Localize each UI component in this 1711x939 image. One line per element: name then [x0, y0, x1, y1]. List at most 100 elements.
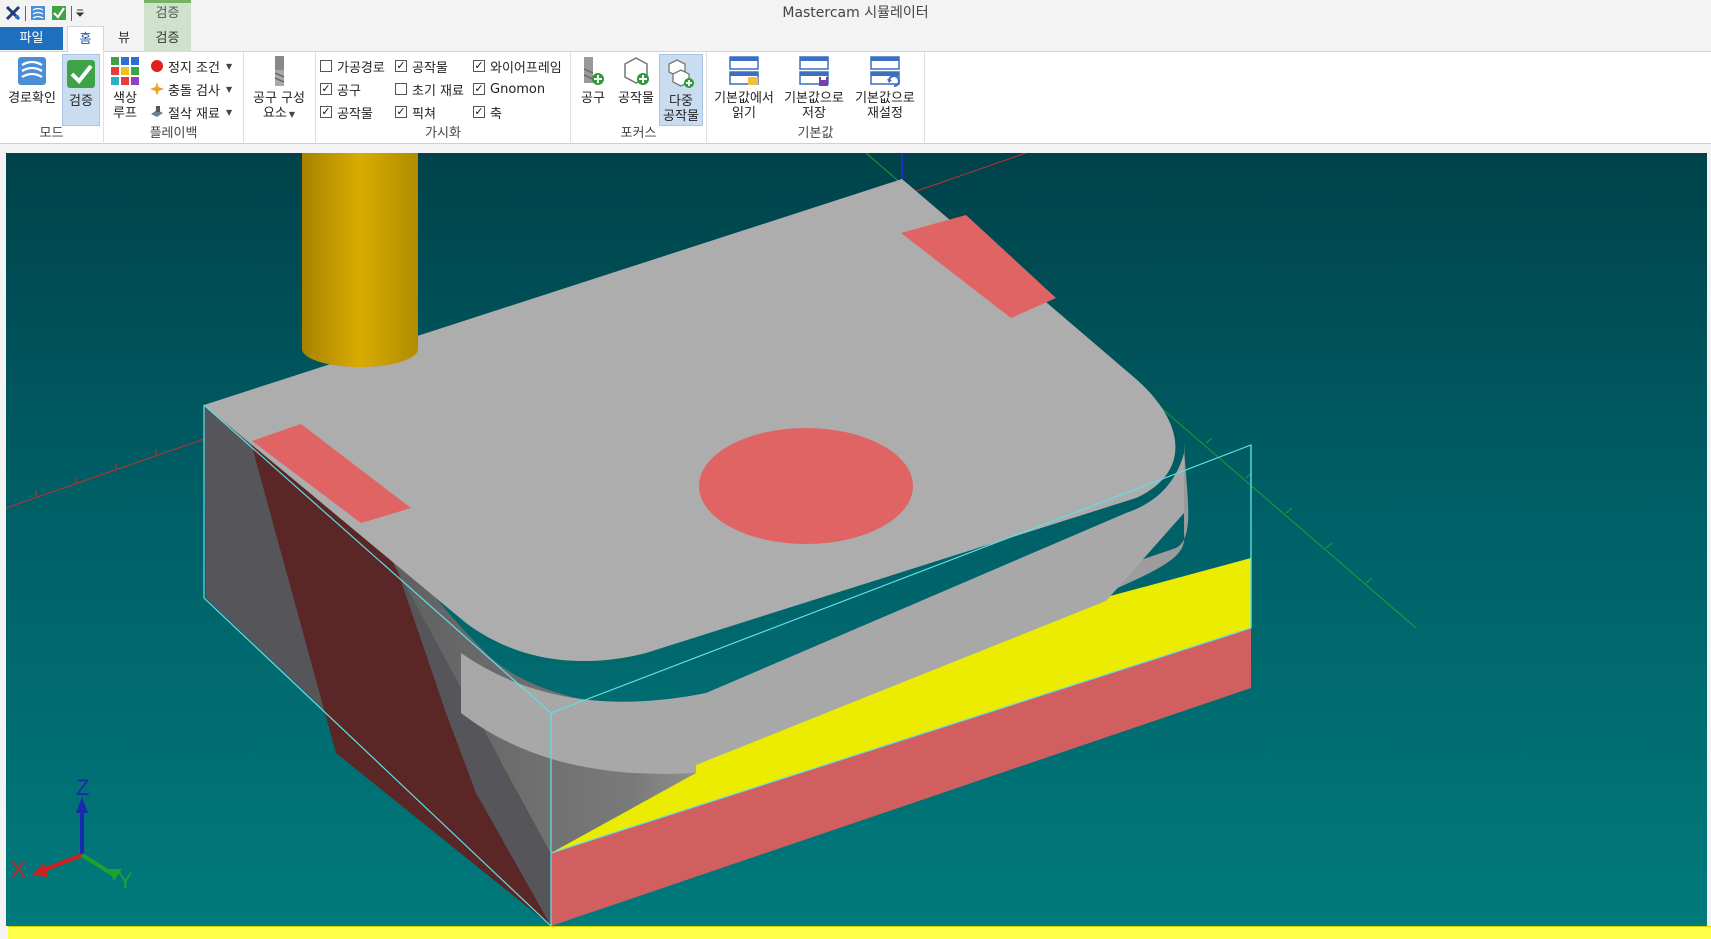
save-defaults-label-2: 저장 — [802, 106, 826, 121]
checkbox-box[interactable]: ✓ — [395, 60, 407, 72]
tool-components-label-1: 공구 구성 — [253, 91, 305, 106]
simulation-viewport[interactable]: Z X Y — [6, 153, 1707, 926]
checkbox-label: Gnomon — [490, 81, 546, 97]
mastercam-logo-icon[interactable] — [4, 4, 22, 22]
tab-verify[interactable]: 검증 — [144, 26, 191, 52]
checkbox-gnomon[interactable]: ✓ Gnomon — [473, 79, 545, 99]
qat-separator — [71, 5, 72, 21]
group-label-playback: 플레이백 — [149, 126, 198, 141]
cut-stock-button[interactable]: 절삭 재료 ▼ — [150, 102, 232, 122]
color-loop-label-1: 색상 — [113, 91, 137, 106]
read-defaults-label-1: 기본값에서 — [714, 91, 774, 106]
tab-view[interactable]: 뷰 — [109, 26, 139, 52]
focus-tool-label: 공구 — [581, 91, 605, 106]
checkbox-box[interactable]: ✓ — [320, 106, 332, 118]
tab-file[interactable]: 파일 — [0, 27, 63, 50]
checkbox-axes[interactable]: ✓ 축 — [473, 102, 502, 122]
checkbox-wireframe[interactable]: ✓ 와이어프레임 — [473, 56, 562, 76]
customize-qat-icon[interactable] — [75, 4, 85, 22]
color-loop-icon — [108, 54, 142, 88]
ribbon-tab-row: 파일 홈 뷰 검증 — [0, 26, 1711, 53]
collision-icon — [150, 82, 164, 96]
stop-conditions-label: 정지 조건 — [168, 60, 220, 76]
checkbox-box[interactable]: ✓ — [473, 106, 485, 118]
group-label-mode: 모드 — [39, 126, 64, 141]
checkbox-box[interactable] — [320, 60, 332, 72]
checkbox-initial-stock[interactable]: 초기 재료 — [395, 79, 464, 99]
checkbox-workpiece[interactable]: ✓ 공작물 — [320, 102, 373, 122]
verify-icon — [64, 57, 98, 91]
qat-separator — [25, 5, 26, 21]
focus-multi-workpiece-button[interactable]: 다중 공작물 — [659, 54, 703, 126]
checkbox-workpiece-2[interactable]: ✓ 공작물 — [395, 56, 448, 76]
group-playback: 색상 루프 정지 조건 ▼ 충돌 검사 ▼ 절삭 재료 ▼ 플레이백 — [104, 52, 244, 144]
chevron-down-icon: ▼ — [225, 84, 233, 94]
tool-components-label-2-text: 요소 — [262, 106, 287, 121]
quick-access-toolbar — [4, 3, 85, 23]
checkbox-label: 축 — [490, 106, 502, 122]
group-label-defaults: 기본값 — [797, 126, 834, 141]
stop-conditions-button[interactable]: 정지 조건 ▼ — [150, 56, 232, 76]
cut-stock-icon — [151, 106, 163, 117]
reset-defaults-icon — [868, 54, 902, 88]
window-title: Mastercam 시뮬레이터 — [782, 5, 929, 21]
checkbox-label: 공작물 — [337, 106, 373, 122]
group-focus: 공구 공작물 다중 공작물 포커스 — [571, 52, 707, 144]
focus-workpiece-button[interactable]: 공작물 — [615, 54, 657, 106]
backplot-icon[interactable] — [29, 4, 47, 22]
group-visibility: 가공경로 ✓ 공구 ✓ 공작물 ✓ 공작물 초기 재료 ✓ 픽쳐 ✓ 와이어프레임 ✓ Gn… — [316, 52, 571, 144]
focus-tool-button[interactable]: 공구 — [577, 54, 609, 106]
tool-components-label-2: 요소 ▼ — [263, 106, 295, 122]
cut-region-circle — [699, 428, 913, 544]
tab-home[interactable]: 홈 — [67, 26, 104, 53]
collision-check-button[interactable]: 충돌 검사 ▼ — [150, 79, 232, 99]
status-bar — [8, 926, 1711, 939]
backplot-button[interactable]: 경로확인 — [6, 54, 58, 106]
stop-icon — [151, 60, 163, 72]
checkbox-box[interactable]: ✓ — [473, 60, 485, 72]
ribbon: 경로확인 검증 모드 색상 루프 정지 조건 ▼ 충돌 검사 ▼ 절삭 재료 ▼… — [0, 52, 1711, 144]
backplot-icon — [15, 54, 49, 88]
read-defaults-icon — [727, 54, 761, 88]
checkbox-label: 픽쳐 — [412, 106, 436, 122]
group-tool-components: 공구 구성 요소 ▼ — [244, 52, 316, 144]
checkbox-label: 공작물 — [412, 60, 448, 76]
reset-defaults-button[interactable]: 기본값으로 재설정 — [851, 54, 919, 121]
checkbox-box[interactable]: ✓ — [395, 106, 407, 118]
chevron-down-icon: ▼ — [225, 107, 233, 117]
checkbox-label: 초기 재료 — [412, 83, 464, 99]
checkbox-box[interactable] — [395, 83, 407, 95]
read-defaults-label-2: 읽기 — [732, 106, 756, 121]
group-label-visibility: 가시화 — [425, 126, 461, 141]
simulation-scene: Z X Y — [6, 153, 1417, 926]
verify-button[interactable]: 검증 — [62, 54, 100, 126]
tool-focus-icon — [576, 54, 610, 88]
color-loop-label-2: 루프 — [113, 106, 137, 121]
focus-workpiece-label: 공작물 — [618, 91, 654, 106]
verify-icon[interactable] — [50, 4, 68, 22]
chevron-down-icon: ▼ — [225, 61, 233, 71]
checkbox-fixture[interactable]: ✓ 픽쳐 — [395, 102, 436, 122]
gnomon-x-label: X — [11, 857, 26, 882]
checkbox-tool[interactable]: ✓ 공구 — [320, 79, 361, 99]
group-defaults: 기본값에서 읽기 기본값으로 저장 기본값으로 재설정 기본값 — [707, 52, 925, 144]
save-defaults-button[interactable]: 기본값으로 저장 — [781, 54, 847, 121]
gnomon-z-label: Z — [76, 775, 89, 800]
save-defaults-icon — [797, 54, 831, 88]
checkbox-label: 와이어프레임 — [490, 60, 562, 76]
cutting-tool — [302, 153, 418, 367]
checkbox-box[interactable]: ✓ — [320, 83, 332, 95]
endmill-icon — [262, 54, 296, 88]
reset-defaults-label-2: 재설정 — [867, 106, 903, 121]
backplot-label: 경로확인 — [8, 91, 56, 106]
read-defaults-button[interactable]: 기본값에서 읽기 — [711, 54, 777, 121]
gnomon — [32, 797, 122, 881]
cut-stock-label: 절삭 재료 — [168, 106, 220, 122]
chevron-down-icon: ▼ — [288, 110, 296, 119]
color-loop-button[interactable]: 색상 루프 — [110, 54, 140, 121]
tool-components-button[interactable]: 공구 구성 요소 ▼ — [248, 54, 310, 122]
checkbox-box[interactable]: ✓ — [473, 83, 485, 95]
checkbox-toolpath[interactable]: 가공경로 — [320, 56, 385, 76]
workpiece-focus-icon — [619, 54, 653, 88]
collision-check-label: 충돌 검사 — [168, 83, 220, 99]
